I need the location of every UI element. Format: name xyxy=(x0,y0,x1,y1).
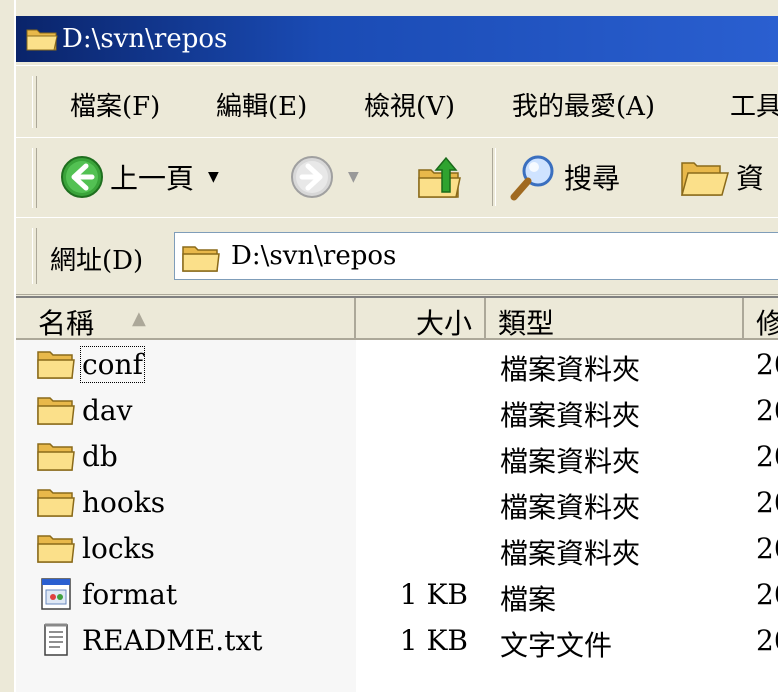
toolbar-grip[interactable] xyxy=(32,148,37,208)
address-value: D:\svn\repos xyxy=(231,241,397,271)
list-item[interactable]: conf 檔案資料夾 20 xyxy=(16,342,778,388)
folder-icon xyxy=(37,443,75,471)
folders-button[interactable]: 資 xyxy=(680,152,764,202)
address-bar-grip[interactable] xyxy=(32,228,37,284)
folder-icon xyxy=(182,246,220,272)
file-name[interactable]: format xyxy=(82,578,177,611)
column-header-type-label: 類型 xyxy=(498,307,555,340)
file-type: 文字文件 xyxy=(500,629,613,662)
forward-arrow-icon xyxy=(291,156,333,198)
file-size: 1 KB xyxy=(399,578,468,611)
file-name[interactable]: conf xyxy=(80,346,145,383)
column-header-type[interactable]: 類型 xyxy=(486,298,744,340)
column-header-size-label: 大小 xyxy=(415,307,472,340)
sort-ascending-icon: ▲ xyxy=(132,308,146,329)
title-bar[interactable]: D:\svn\repos xyxy=(16,16,778,62)
column-header-modified[interactable]: 修 xyxy=(744,298,778,340)
list-item[interactable]: hooks 檔案資料夾 20 xyxy=(16,480,778,526)
column-header-modified-label: 修 xyxy=(756,307,778,340)
search-magnifier-icon xyxy=(510,155,554,201)
file-name[interactable]: locks xyxy=(82,532,155,565)
file-type: 檔案資料夾 xyxy=(500,353,641,386)
text-document-icon xyxy=(44,623,68,656)
file-date: 20 xyxy=(756,624,778,657)
back-arrow-icon xyxy=(61,156,103,198)
forward-button[interactable]: ▼ xyxy=(290,152,359,202)
menu-view[interactable]: 檢視(V) xyxy=(364,86,455,123)
forward-dropdown-arrow-icon[interactable]: ▼ xyxy=(348,169,359,185)
desktop-frame-top xyxy=(0,0,778,14)
menu-bar: 檔案(F) 編輯(E) 檢視(V) 我的最愛(A) 工具 xyxy=(16,65,778,139)
folder-up-icon xyxy=(418,156,461,198)
file-list-view[interactable]: 名稱 ▲ 大小 類型 修 conf 檔案資料夾 20 xyxy=(16,296,778,692)
folder-icon xyxy=(37,351,75,379)
file-type: 檔案資料夾 xyxy=(500,445,641,478)
window-title: D:\svn\repos xyxy=(62,24,228,54)
address-label: 網址(D) xyxy=(50,246,144,276)
back-dropdown-arrow-icon[interactable]: ▼ xyxy=(208,169,219,185)
address-input[interactable]: D:\svn\repos xyxy=(174,232,778,280)
file-name[interactable]: README.txt xyxy=(82,624,263,657)
file-date: 20 xyxy=(756,348,778,381)
generic-file-icon xyxy=(41,578,71,610)
file-date: 20 xyxy=(756,486,778,519)
toolbar-separator xyxy=(492,148,496,206)
menu-bar-grip[interactable] xyxy=(32,76,37,128)
file-date: 20 xyxy=(756,394,778,427)
folders-button-label: 資 xyxy=(736,162,765,195)
file-name[interactable]: hooks xyxy=(82,486,165,519)
menu-file[interactable]: 檔案(F) xyxy=(70,86,160,123)
file-date: 20 xyxy=(756,532,778,565)
file-name[interactable]: dav xyxy=(82,394,132,427)
address-bar: 網址(D) D:\svn\repos xyxy=(16,217,778,295)
folder-icon xyxy=(37,535,75,563)
desktop-frame-left xyxy=(0,0,16,692)
column-header-name[interactable]: 名稱 ▲ xyxy=(16,298,356,340)
standard-toolbar: 上一頁 ▼ ▼ 搜尋 資 xyxy=(16,137,778,219)
folder-icon xyxy=(37,397,75,425)
menu-tools[interactable]: 工具 xyxy=(730,86,778,123)
column-header-name-label: 名稱 xyxy=(38,307,95,340)
menu-favorites[interactable]: 我的最愛(A) xyxy=(512,86,655,123)
list-item[interactable]: locks 檔案資料夾 20 xyxy=(16,526,778,572)
list-item[interactable]: README.txt 1 KB 文字文件 20 xyxy=(16,618,778,664)
folder-icon xyxy=(26,29,58,51)
search-button-label: 搜尋 xyxy=(564,162,621,195)
file-date: 20 xyxy=(756,578,778,611)
list-item[interactable]: db 檔案資料夾 20 xyxy=(16,434,778,480)
explorer-window: D:\svn\repos 檔案(F) 編輯(E) 檢視(V) 我的最愛(A) 工… xyxy=(0,0,778,692)
file-size: 1 KB xyxy=(399,624,468,657)
file-type: 檔案資料夾 xyxy=(500,399,641,432)
back-button[interactable]: 上一頁 ▼ xyxy=(60,152,219,202)
menu-edit[interactable]: 編輯(E) xyxy=(216,86,307,123)
folder-icon xyxy=(37,489,75,517)
file-date: 20 xyxy=(756,440,778,473)
column-header-size[interactable]: 大小 xyxy=(356,298,486,340)
up-folder-button[interactable] xyxy=(416,152,462,202)
list-item[interactable]: dav 檔案資料夾 20 xyxy=(16,388,778,434)
file-type: 檔案資料夾 xyxy=(500,537,641,570)
file-name[interactable]: db xyxy=(82,440,118,473)
search-button[interactable]: 搜尋 xyxy=(510,152,620,202)
file-type: 檔案 xyxy=(500,583,557,616)
back-button-label: 上一頁 xyxy=(110,162,195,195)
folders-icon xyxy=(681,162,729,196)
file-type: 檔案資料夾 xyxy=(500,491,641,524)
list-item[interactable]: format 1 KB 檔案 20 xyxy=(16,572,778,618)
